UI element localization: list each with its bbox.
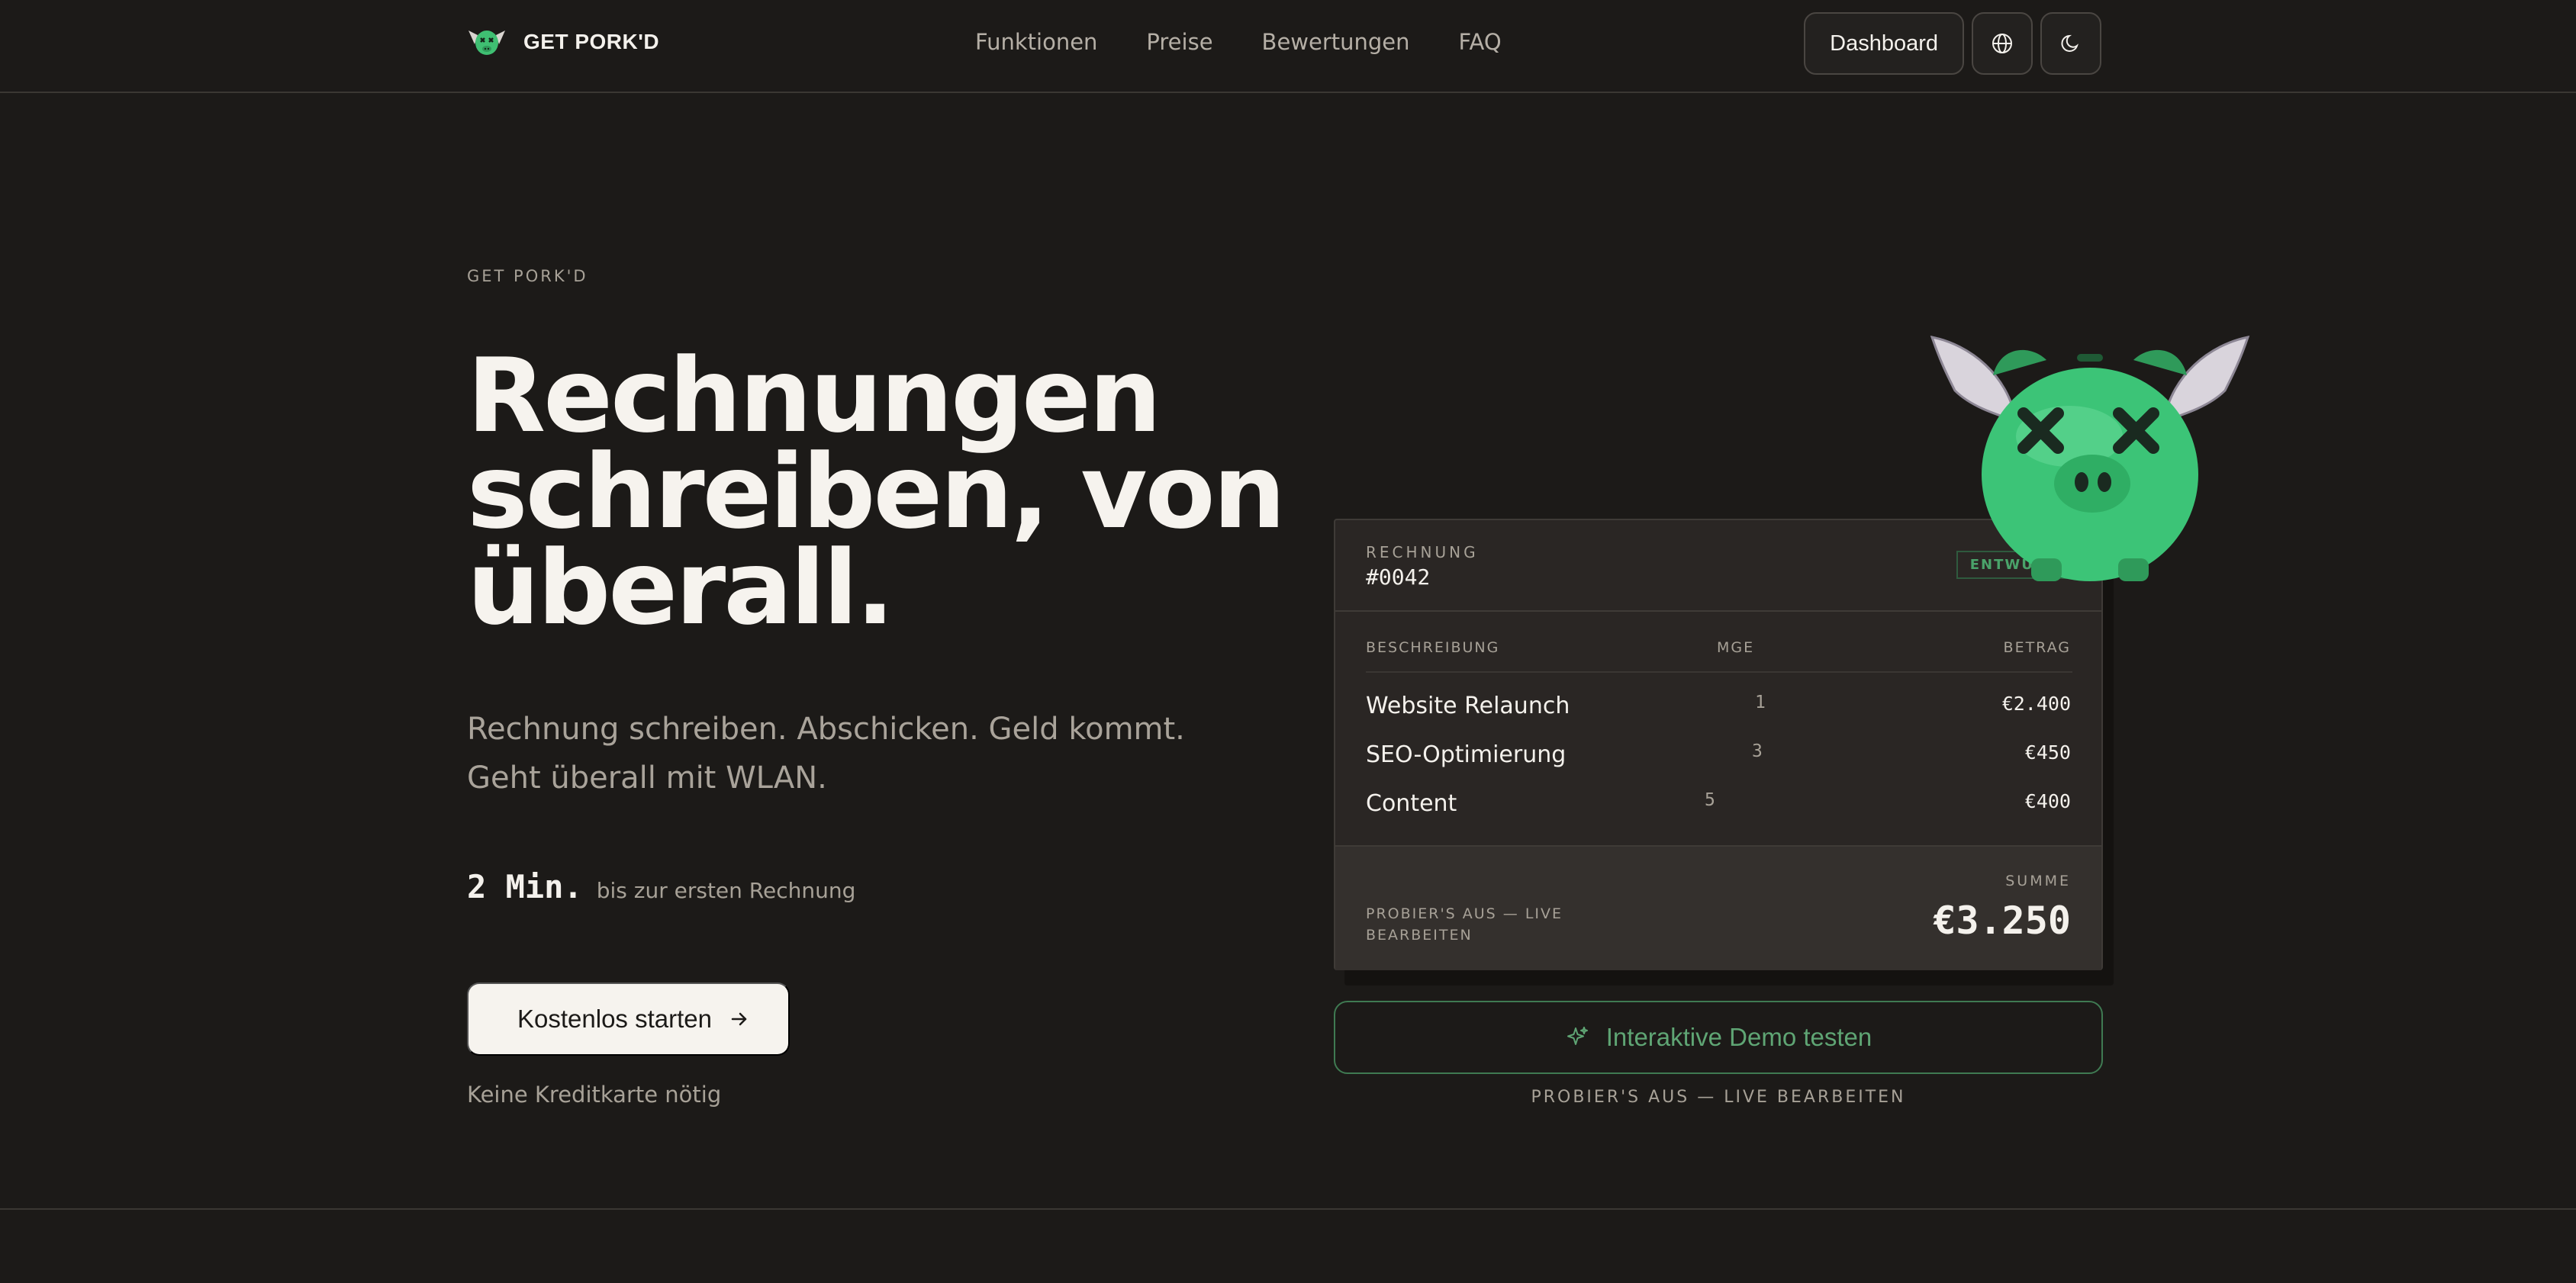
sum-label: SUMME (2005, 873, 2071, 889)
row-1-qty[interactable]: 1 (1755, 693, 1766, 712)
hero-stat: 2 Min. bis zur ersten Rechnung (467, 868, 855, 905)
hero-headline: Rechnungen schreiben, von überall. (467, 336, 1286, 648)
row-1-amount[interactable]: €2.400 (2002, 693, 2071, 715)
row-2-qty[interactable]: 3 (1752, 741, 1763, 761)
start-free-button[interactable]: Kostenlos starten (467, 982, 790, 1056)
nav-link-faq[interactable]: FAQ (1459, 29, 1502, 55)
cta-label: Kostenlos starten (517, 1005, 712, 1033)
nav-link-bewertungen[interactable]: Bewertungen (1262, 29, 1410, 55)
nav-actions: Dashboard (1804, 12, 2101, 75)
row-2-description[interactable]: SEO-Optimierung (1366, 741, 1566, 768)
subline-line-2: Geht überall mit WLAN. (467, 760, 827, 796)
arrow-right-icon (731, 1012, 747, 1026)
theme-toggle-button[interactable] (2040, 12, 2101, 75)
nav-link-preise[interactable]: Preise (1146, 29, 1212, 55)
sparkle-icon (1567, 1027, 1588, 1045)
brand-name: GET PORK'D (523, 30, 660, 53)
demo-button-label: Interaktive Demo testen (1605, 1023, 1872, 1051)
subline-line-1: Rechnung schreiben. Abschicken. Geld kom… (467, 712, 1185, 747)
hero-subline: Rechnung schreiben. Abschicken. Geld kom… (467, 705, 1215, 802)
row-1-description[interactable]: Website Relaunch (1366, 693, 1570, 719)
invoice-label: RECHNUNG (1366, 543, 1479, 561)
flying-pig-mascot-icon (1930, 336, 2250, 581)
headline-line-1: Rechnungen (467, 336, 1161, 455)
stat-value: 2 Min. (467, 868, 583, 905)
main-menu: Funktionen Preise Bewertungen FAQ (975, 29, 1502, 55)
globe-icon (1992, 34, 2012, 53)
row-2-amount[interactable]: €450 (2025, 741, 2071, 764)
interactive-demo-button[interactable]: Interaktive Demo testen (1334, 1001, 2103, 1074)
invoice-number: #0042 (1366, 564, 1431, 590)
column-header-amount: BETRAG (2003, 639, 2071, 656)
row-3-description[interactable]: Content (1366, 790, 1457, 817)
column-header-qty: MGE (1717, 639, 1755, 656)
language-button[interactable] (1972, 12, 2033, 75)
headline-line-2: schreiben, von (467, 432, 1286, 551)
header-divider (1366, 671, 2072, 673)
row-3-qty[interactable]: 5 (1705, 790, 1715, 810)
moon-icon (2061, 34, 2079, 52)
live-edit-hint: PROBIER'S AUS — LIVE BEARBEITEN (1366, 905, 1563, 944)
dashboard-button[interactable]: Dashboard (1804, 12, 1964, 75)
demo-hint: PROBIER'S AUS — LIVE BEARBEITEN (1531, 1088, 1906, 1107)
nav-link-funktionen[interactable]: Funktionen (975, 29, 1097, 55)
top-navigation: GET PORK'D Funktionen Preise Bewertungen… (0, 0, 2576, 93)
stat-label: bis zur ersten Rechnung (596, 878, 856, 903)
pig-logo-icon (469, 31, 505, 55)
column-header-description: BESCHREIBUNG (1366, 639, 1500, 656)
sum-value: €3.250 (1933, 899, 2071, 943)
no-credit-card-note: Keine Kreditkarte nötig (467, 1082, 722, 1108)
section-divider (0, 1208, 2576, 1210)
row-3-amount[interactable]: €400 (2025, 790, 2071, 812)
invoice-footer: PROBIER'S AUS — LIVE BEARBEITEN SUMME €3… (1335, 845, 2101, 970)
hero-eyebrow: GET PORK'D (467, 267, 588, 285)
brand-home-link[interactable]: GET PORK'D (467, 24, 659, 59)
headline-line-3: überall. (467, 529, 894, 648)
